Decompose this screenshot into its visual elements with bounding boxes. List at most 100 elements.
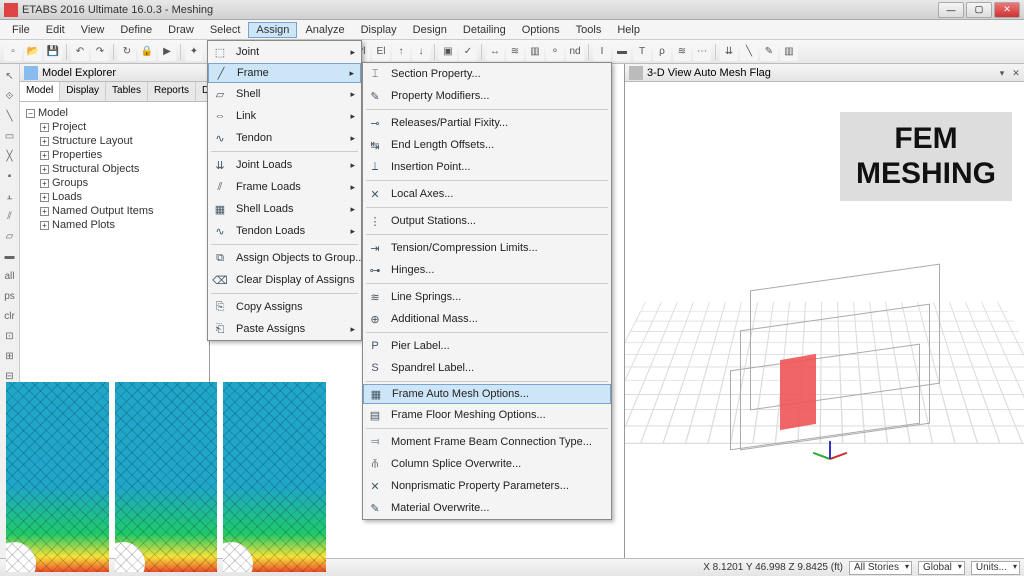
minimize-button[interactable]: — [938, 2, 964, 18]
menu-item-insertion-point[interactable]: ⟘Insertion Point... [363, 156, 611, 178]
menu-select[interactable]: Select [202, 22, 249, 38]
save-icon[interactable]: 💾 [44, 43, 62, 61]
3d-viewport[interactable]: FEM MESHING [625, 82, 1024, 558]
assign1-icon[interactable]: ⇊ [720, 43, 738, 61]
menu-item-joint[interactable]: ⬚Joint▸ [208, 41, 361, 63]
arrowdn-icon[interactable]: ↓ [412, 43, 430, 61]
tree-node[interactable]: +Properties [26, 148, 203, 162]
menu-file[interactable]: File [4, 22, 38, 38]
axes-icon[interactable]: ✦ [185, 43, 203, 61]
rightview-close-icon[interactable]: ✕ [1010, 67, 1022, 79]
menu-item-nonprismatic-property-parameters[interactable]: ✕Nonprismatic Property Parameters... [363, 475, 611, 497]
menu-item-spandrel-label[interactable]: SSpandrel Label... [363, 357, 611, 379]
drawline-icon[interactable]: ╲ [2, 108, 18, 124]
maximize-button[interactable]: ▢ [966, 2, 992, 18]
redo-icon[interactable]: ↷ [91, 43, 109, 61]
undo-icon[interactable]: ↶ [71, 43, 89, 61]
menu-design[interactable]: Design [405, 22, 455, 38]
assign4-icon[interactable]: ▥ [780, 43, 798, 61]
menu-item-shell[interactable]: ▱Shell▸ [208, 83, 361, 105]
menu-edit[interactable]: Edit [38, 22, 73, 38]
tree-node[interactable]: +Groups [26, 176, 203, 190]
dim-icon[interactable]: ↔ [486, 43, 504, 61]
menu-item-section-property[interactable]: ⌶Section Property... [363, 63, 611, 85]
arrowup-icon[interactable]: ↑ [392, 43, 410, 61]
menu-item-hinges[interactable]: ⊶Hinges... [363, 259, 611, 281]
new-icon[interactable]: ▫ [4, 43, 22, 61]
menu-item-joint-loads[interactable]: ⇊Joint Loads▸ [208, 154, 361, 176]
menu-item-material-overwrite[interactable]: ✎Material Overwrite... [363, 497, 611, 519]
menu-draw[interactable]: Draw [160, 22, 202, 38]
menu-item-paste-assigns[interactable]: ⎗Paste Assigns▸ [208, 318, 361, 340]
menu-item-output-stations[interactable]: ⋮Output Stations... [363, 210, 611, 232]
tree-node[interactable]: +Named Plots [26, 218, 203, 232]
menu-item-frame-auto-mesh-options[interactable]: ▦Frame Auto Mesh Options... [363, 384, 611, 404]
drawcol-icon[interactable]: ▪ [2, 168, 18, 184]
explorer-tab-tables[interactable]: Tables [106, 82, 148, 101]
menu-detailing[interactable]: Detailing [455, 22, 514, 38]
viewel-icon[interactable]: El [372, 43, 390, 61]
sel-all-icon[interactable]: all [2, 268, 18, 284]
assign2-icon[interactable]: ╲ [740, 43, 758, 61]
menu-item-local-axes[interactable]: ✕Local Axes... [363, 183, 611, 205]
drawbeam-icon[interactable]: ⫠ [2, 188, 18, 204]
explorer-tab-model[interactable]: Model [20, 82, 60, 101]
explorer-tab-display[interactable]: Display [60, 82, 106, 101]
menu-define[interactable]: Define [112, 22, 160, 38]
close-button[interactable]: ✕ [994, 2, 1020, 18]
menu-item-frame-floor-meshing-options[interactable]: ▤Frame Floor Meshing Options... [363, 404, 611, 426]
shrink-icon[interactable]: ✓ [459, 43, 477, 61]
explorer-tab-reports[interactable]: Reports [148, 82, 196, 101]
run-icon[interactable]: ▶ [158, 43, 176, 61]
sel-prev-icon[interactable]: ps [2, 288, 18, 304]
menu-options[interactable]: Options [514, 22, 568, 38]
drawrect-icon[interactable]: ▭ [2, 128, 18, 144]
menu-item-frame-loads[interactable]: ⫽Frame Loads▸ [208, 176, 361, 198]
menu-item-column-splice-overwrite[interactable]: ⫚Column Splice Overwrite... [363, 453, 611, 475]
tree-node[interactable]: +Structural Objects [26, 162, 203, 176]
assign3-icon[interactable]: ✎ [760, 43, 778, 61]
reshape-icon[interactable]: ⟐ [2, 88, 18, 104]
drawslab-icon[interactable]: ▱ [2, 228, 18, 244]
snap1-icon[interactable]: ⊞ [2, 348, 18, 364]
coordsys-selector[interactable]: Global [918, 561, 965, 575]
menu-item-frame[interactable]: ╱Frame▸ [208, 63, 361, 83]
menu-item-property-modifiers[interactable]: ✎Property Modifiers... [363, 85, 611, 107]
tree-node[interactable]: +Named Output Items [26, 204, 203, 218]
tree-node[interactable]: +Project [26, 120, 203, 134]
assign-menu[interactable]: ⬚Joint▸╱Frame▸▱Shell▸⇔Link▸∿Tendon▸ ⇊Join… [207, 40, 362, 341]
menu-item-assign-objects-to-group[interactable]: ⧉Assign Objects to Group... [208, 247, 361, 269]
menu-analyze[interactable]: Analyze [297, 22, 352, 38]
menu-item-end-length-offsets[interactable]: ↹End Length Offsets... [363, 134, 611, 156]
frame-icon[interactable]: ≋ [506, 43, 524, 61]
tree-root[interactable]: −Model [26, 106, 203, 120]
menu-item-link[interactable]: ⇔Link▸ [208, 105, 361, 127]
tee-icon[interactable]: T [633, 43, 651, 61]
menu-item-pier-label[interactable]: PPier Label... [363, 335, 611, 357]
pointer-icon[interactable]: ↖ [2, 68, 18, 84]
tree-node[interactable]: +Structure Layout [26, 134, 203, 148]
menu-item-shell-loads[interactable]: ▦Shell Loads▸ [208, 198, 361, 220]
joint-icon[interactable]: ⚬ [546, 43, 564, 61]
story-selector[interactable]: All Stories [849, 561, 912, 575]
menu-help[interactable]: Help [609, 22, 648, 38]
more-icon[interactable]: ⋯ [693, 43, 711, 61]
menu-display[interactable]: Display [353, 22, 405, 38]
menu-item-tendon[interactable]: ∿Tendon▸ [208, 127, 361, 149]
menu-item-tendon-loads[interactable]: ∿Tendon Loads▸ [208, 220, 361, 242]
extr-icon[interactable]: ▣ [439, 43, 457, 61]
menu-item-additional-mass[interactable]: ⊕Additional Mass... [363, 308, 611, 330]
shell2-icon[interactable]: ▥ [526, 43, 544, 61]
drawbrace-icon[interactable]: ⫽ [2, 208, 18, 224]
frame-submenu[interactable]: ⌶Section Property...✎Property Modifiers.… [362, 62, 612, 520]
menu-item-copy-assigns[interactable]: ⎘Copy Assigns [208, 296, 361, 318]
units-selector[interactable]: Units... [971, 561, 1020, 575]
label-icon[interactable]: nd [566, 43, 584, 61]
sel-int-icon[interactable]: ⊡ [2, 328, 18, 344]
sel-clr-icon[interactable]: clr [2, 308, 18, 324]
spring-icon[interactable]: ≋ [673, 43, 691, 61]
lock-icon[interactable]: 🔒 [138, 43, 156, 61]
open-icon[interactable]: 📂 [24, 43, 42, 61]
tree-node[interactable]: +Loads [26, 190, 203, 204]
menu-assign[interactable]: Assign [248, 22, 297, 38]
